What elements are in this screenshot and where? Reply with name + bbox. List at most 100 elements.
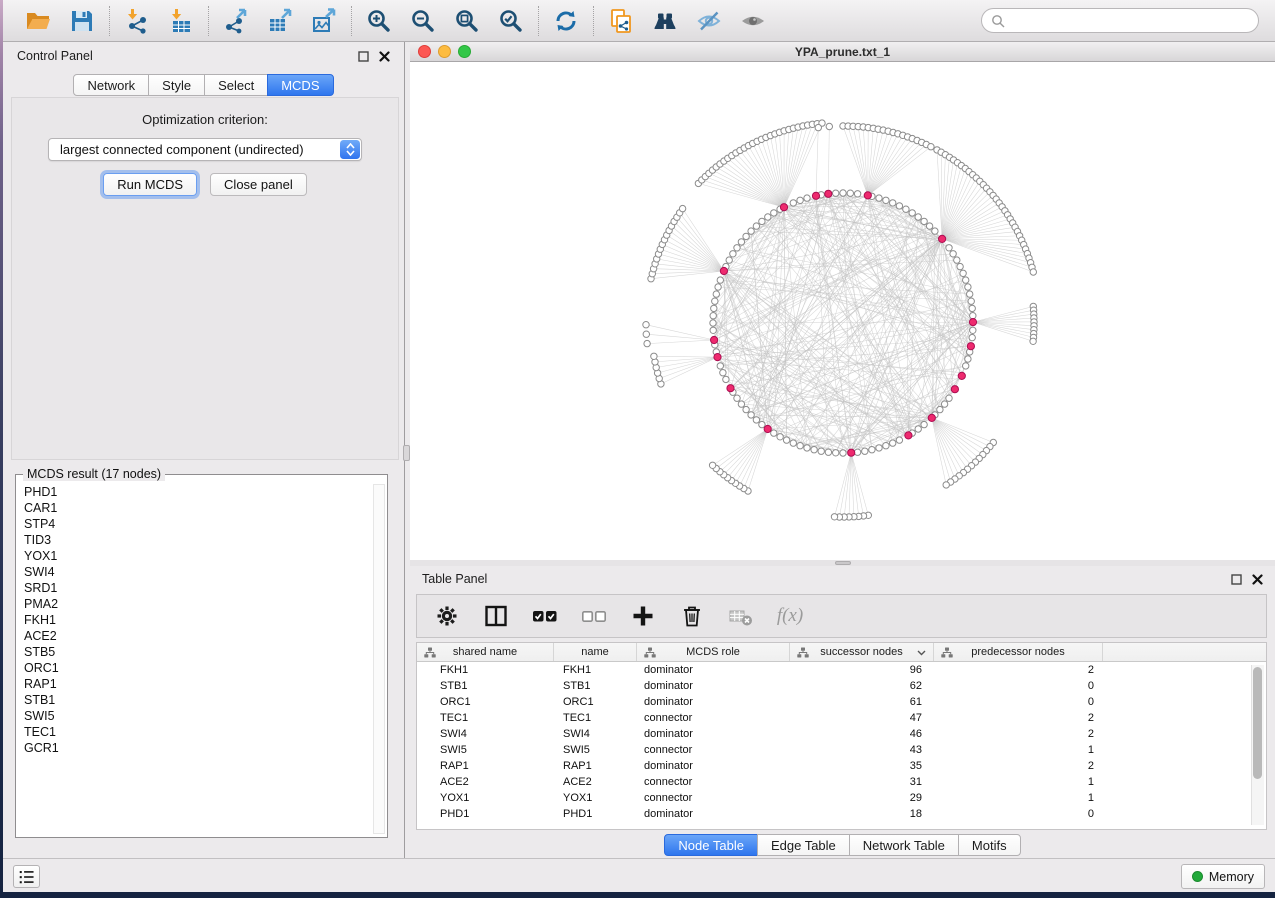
- network-search-box[interactable]: [981, 8, 1259, 33]
- export-table-icon[interactable]: [266, 7, 294, 35]
- show-all-icon[interactable]: [739, 7, 767, 35]
- tab-select[interactable]: Select: [204, 74, 268, 96]
- apply-layout-icon[interactable]: [552, 7, 580, 35]
- table-scrollbar-thumb[interactable]: [1253, 667, 1262, 779]
- result-node-item[interactable]: YOX1: [24, 548, 371, 564]
- zoom-out-icon[interactable]: [409, 7, 437, 35]
- close-panel-icon[interactable]: [379, 51, 390, 62]
- column-header-successor-nodes[interactable]: successor nodes: [790, 643, 934, 661]
- column-header-shared-name[interactable]: shared name: [417, 643, 554, 661]
- task-history-button[interactable]: [13, 865, 40, 888]
- result-node-item[interactable]: FKH1: [24, 612, 371, 628]
- table-row[interactable]: FKH1FKH1dominator962: [417, 662, 1266, 678]
- result-node-item[interactable]: SWI4: [24, 564, 371, 580]
- tab-network-table[interactable]: Network Table: [849, 834, 959, 856]
- table-toolbar: f(x): [416, 594, 1267, 638]
- node-table-body: FKH1FKH1dominator962STB1STB1dominator620…: [417, 662, 1266, 822]
- export-network-icon[interactable]: [222, 7, 250, 35]
- window-zoom-icon[interactable]: [458, 45, 471, 58]
- zoom-fit-icon[interactable]: [453, 7, 481, 35]
- network-canvas[interactable]: [410, 62, 1275, 560]
- result-node-item[interactable]: ACE2: [24, 628, 371, 644]
- import-table-icon[interactable]: [167, 7, 195, 35]
- table-row[interactable]: ORC1ORC1dominator610: [417, 694, 1266, 710]
- hide-selected-icon[interactable]: [695, 7, 723, 35]
- column-header-MCDS-role[interactable]: MCDS role: [637, 643, 790, 661]
- tab-mcds[interactable]: MCDS: [267, 74, 333, 96]
- find-binoculars-icon[interactable]: [651, 7, 679, 35]
- import-network-icon[interactable]: [123, 7, 151, 35]
- function-builder-icon[interactable]: f(x): [777, 603, 803, 629]
- memory-label: Memory: [1209, 870, 1254, 884]
- table-row[interactable]: TEC1TEC1connector472: [417, 710, 1266, 726]
- column-header-name[interactable]: name: [554, 643, 637, 661]
- float-panel-icon[interactable]: [358, 51, 369, 62]
- result-node-item[interactable]: CAR1: [24, 500, 371, 516]
- column-header-predecessor-nodes[interactable]: predecessor nodes: [934, 643, 1103, 661]
- result-node-item[interactable]: GCR1: [24, 740, 371, 756]
- task-list-icon: [18, 869, 36, 885]
- memory-button[interactable]: Memory: [1181, 864, 1265, 889]
- add-column-icon[interactable]: [630, 603, 656, 629]
- result-node-item[interactable]: STB1: [24, 692, 371, 708]
- mcds-result-list[interactable]: PHD1CAR1STP4TID3YOX1SWI4SRD1PMA2FKH1ACE2…: [16, 481, 371, 837]
- result-node-item[interactable]: TEC1: [24, 724, 371, 740]
- table-row[interactable]: ACE2ACE2connector311: [417, 774, 1266, 790]
- close-panel-button[interactable]: Close panel: [210, 173, 307, 196]
- search-input[interactable]: [1005, 14, 1249, 28]
- zoom-in-icon[interactable]: [365, 7, 393, 35]
- new-network-from-selection-icon[interactable]: [607, 7, 635, 35]
- table-row[interactable]: SWI4SWI4dominator462: [417, 726, 1266, 742]
- float-table-panel-icon[interactable]: [1231, 574, 1242, 585]
- window-close-icon[interactable]: [418, 45, 431, 58]
- delete-table-icon[interactable]: [728, 603, 754, 629]
- result-node-item[interactable]: ORC1: [24, 660, 371, 676]
- vertical-splitter-handle[interactable]: [403, 445, 410, 461]
- mcds-result-box: MCDS result (17 nodes) PHD1CAR1STP4TID3Y…: [15, 467, 388, 838]
- result-node-item[interactable]: RAP1: [24, 676, 371, 692]
- result-node-item[interactable]: STB5: [24, 644, 371, 660]
- table-row[interactable]: YOX1YOX1connector291: [417, 790, 1266, 806]
- result-node-item[interactable]: STP4: [24, 516, 371, 532]
- dropdown-stepper-icon: [340, 140, 360, 159]
- tab-node-table[interactable]: Node Table: [664, 834, 758, 856]
- tab-motifs[interactable]: Motifs: [958, 834, 1021, 856]
- network-window-titlebar[interactable]: YPA_prune.txt_1: [410, 42, 1275, 62]
- tab-style[interactable]: Style: [148, 74, 205, 96]
- table-row[interactable]: RAP1RAP1dominator352: [417, 758, 1266, 774]
- table-row[interactable]: STB1STB1dominator620: [417, 678, 1266, 694]
- right-workspace: YPA_prune.txt_1 Table Panel: [410, 42, 1275, 858]
- open-file-icon[interactable]: [24, 7, 52, 35]
- settings-gear-icon[interactable]: [434, 603, 460, 629]
- columns-panel-icon[interactable]: [483, 603, 509, 629]
- deselect-all-icon[interactable]: [581, 603, 607, 629]
- result-node-item[interactable]: SWI5: [24, 708, 371, 724]
- result-node-item[interactable]: TID3: [24, 532, 371, 548]
- run-mcds-button[interactable]: Run MCDS: [103, 173, 197, 196]
- tab-edge-table[interactable]: Edge Table: [757, 834, 850, 856]
- window-minimize-icon[interactable]: [438, 45, 451, 58]
- zoom-selected-icon[interactable]: [497, 7, 525, 35]
- table-scrollbar[interactable]: [1251, 665, 1264, 825]
- cytoscape-window: Control Panel Network Style Select MCDS …: [3, 0, 1275, 892]
- network-window-title: YPA_prune.txt_1: [410, 45, 1275, 59]
- result-node-item[interactable]: PMA2: [24, 596, 371, 612]
- close-table-panel-icon[interactable]: [1252, 574, 1263, 585]
- status-bar: Memory: [3, 858, 1275, 892]
- select-all-icon[interactable]: [532, 603, 558, 629]
- export-image-icon[interactable]: [310, 7, 338, 35]
- result-scrollbar[interactable]: [373, 484, 385, 834]
- optimization-criterion-select[interactable]: largest connected component (undirected): [48, 138, 362, 161]
- table-row[interactable]: SWI5SWI5connector431: [417, 742, 1266, 758]
- tab-network[interactable]: Network: [73, 74, 149, 96]
- control-panel-tabs: Network Style Select MCDS: [3, 74, 404, 96]
- optimization-criterion-label: Optimization criterion:: [12, 112, 398, 127]
- search-icon: [991, 14, 1005, 28]
- save-session-icon[interactable]: [68, 7, 96, 35]
- horizontal-splitter-handle[interactable]: [835, 561, 851, 565]
- node-table: shared namenameMCDS rolesuccessor nodesp…: [416, 642, 1267, 830]
- delete-column-icon[interactable]: [679, 603, 705, 629]
- result-node-item[interactable]: PHD1: [24, 484, 371, 500]
- result-node-item[interactable]: SRD1: [24, 580, 371, 596]
- table-row[interactable]: PHD1PHD1dominator180: [417, 806, 1266, 822]
